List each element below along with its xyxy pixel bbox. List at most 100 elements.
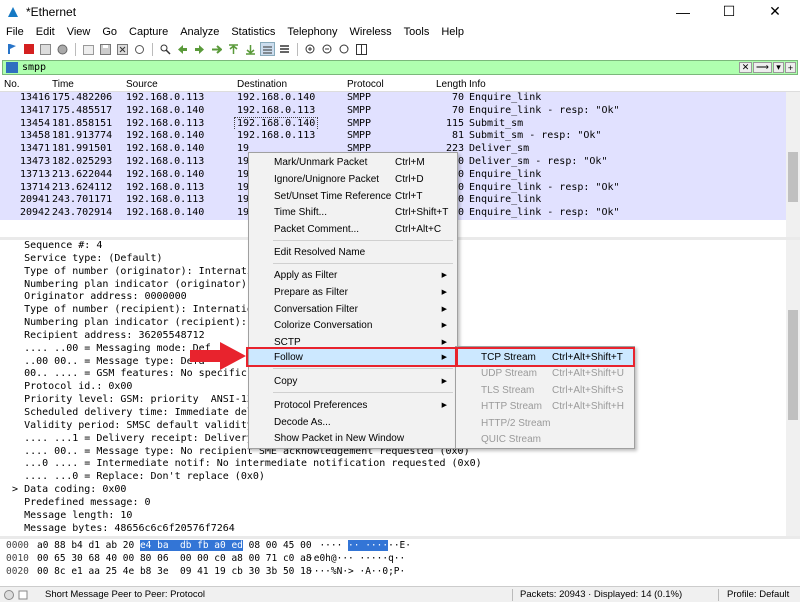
menu-item-ignore-unignore-packet[interactable]: Ignore/Unignore Packet Ctrl+D — [249, 171, 457, 188]
capture-comment-icon[interactable] — [18, 590, 28, 600]
column-time[interactable]: Time — [52, 79, 74, 90]
menu-item-mark-unmark-packet[interactable]: Mark/Unmark Packet Ctrl+M — [249, 154, 457, 171]
minimize-button[interactable]: — — [660, 0, 706, 23]
colorize-icon[interactable] — [277, 42, 292, 56]
menu-item-prepare-as-filter[interactable]: Prepare as Filter ▶ — [249, 284, 457, 301]
red-arrow-icon — [190, 342, 246, 370]
zoom-in-icon[interactable] — [303, 42, 318, 56]
menu-item-show-packet-in-new-window[interactable]: Show Packet in New Window — [249, 430, 457, 447]
menu-item-shortcut: Ctrl+Shift+T — [395, 206, 449, 218]
menu-item-set-unset-time-reference[interactable]: Set/Unset Time Reference Ctrl+T — [249, 188, 457, 205]
capture-options-icon[interactable] — [55, 42, 70, 56]
start-capture-icon[interactable] — [4, 42, 19, 56]
menu-statistics[interactable]: Statistics — [225, 26, 281, 38]
detail-line[interactable]: Message bytes: 48656c6c6f20576f7264 — [0, 523, 800, 536]
display-filter-input[interactable]: smpp — [22, 62, 46, 73]
bytes-hex[interactable]: a0 88 b4 d1 ab 20 e4 ba db fb a0 ed 08 0… — [37, 539, 312, 552]
detail-line[interactable]: .... ...0 = Replace: Don't replace (0x0) — [0, 471, 800, 484]
menu-wireless[interactable]: Wireless — [344, 26, 398, 38]
menu-item-colorize-conversation[interactable]: Colorize Conversation ▶ — [249, 317, 457, 334]
go-to-packet-icon[interactable] — [209, 42, 224, 56]
menu-item-apply-as-filter[interactable]: Apply as Filter ▶ — [249, 267, 457, 284]
submenu-item-tls-stream[interactable]: TLS Stream Ctrl+Alt+Shift+S — [456, 382, 634, 399]
bookmark-icon[interactable] — [6, 62, 18, 73]
menu-help[interactable]: Help — [435, 26, 470, 38]
bytes-ascii[interactable]: ····%N·> ·A··0;P· — [308, 565, 405, 578]
bytes-hex[interactable]: 00 65 30 68 40 00 80 06 00 00 c0 a8 00 7… — [37, 552, 312, 565]
cell-no: 13458 — [20, 130, 51, 142]
menu-item-copy[interactable]: Copy ▶ — [249, 373, 457, 390]
submenu-item-http-2-stream[interactable]: HTTP/2 Stream — [456, 415, 634, 432]
column-length[interactable]: Length — [436, 79, 467, 90]
open-file-icon[interactable] — [81, 42, 96, 56]
stop-capture-icon[interactable] — [21, 42, 36, 56]
wireshark-fin-icon — [8, 6, 18, 17]
table-row[interactable]: 13416 175.482206 192.168.0.113 192.168.0.14… — [0, 92, 800, 105]
detail-line[interactable]: Message length: 10 — [0, 510, 800, 523]
go-back-icon[interactable] — [175, 42, 190, 56]
menu-item-protocol-preferences[interactable]: Protocol Preferences ▶ — [249, 397, 457, 414]
column-source[interactable]: Source — [126, 79, 158, 90]
filter-dropdown-icon[interactable]: ▾ — [773, 62, 784, 73]
column-destination[interactable]: Destination — [237, 79, 287, 90]
go-forward-icon[interactable] — [192, 42, 207, 56]
menu-edit[interactable]: Edit — [30, 26, 61, 38]
menu-file[interactable]: File — [0, 26, 30, 38]
submenu-item-quic-stream[interactable]: QUIC Stream — [456, 432, 634, 449]
callout-tcp-stream-box — [455, 347, 635, 367]
table-row[interactable]: 13458 181.913774 192.168.0.140 192.168.0.11… — [0, 130, 800, 144]
cell-info: Enquire_link - resp: "Ok" — [469, 104, 620, 116]
detail-line[interactable]: > Data coding: 0x00 — [0, 484, 800, 497]
column-protocol[interactable]: Protocol — [347, 79, 384, 90]
menu-item-time-shift[interactable]: Time Shift... Ctrl+Shift+T — [249, 204, 457, 221]
menu-capture[interactable]: Capture — [123, 26, 174, 38]
ascii-part: ···· — [308, 540, 349, 551]
add-filter-button[interactable]: + — [785, 62, 796, 73]
detail-line[interactable]: ...0 .... = Intermediate notif: No inter… — [0, 458, 800, 471]
menu-item-conversation-filter[interactable]: Conversation Filter ▶ — [249, 301, 457, 318]
bytes-ascii[interactable]: ···· ·· ······E· — [308, 539, 411, 552]
submenu-item-http-stream[interactable]: HTTP Stream Ctrl+Alt+Shift+H — [456, 399, 634, 416]
menu-item-packet-comment[interactable]: Packet Comment... Ctrl+Alt+C — [249, 221, 457, 238]
scrollbar-thumb[interactable] — [788, 152, 798, 202]
packet-list-scrollbar[interactable] — [786, 92, 800, 237]
detail-line[interactable]: Predefined message: 0 — [0, 497, 800, 510]
menu-item-label: Packet Comment... — [274, 223, 360, 235]
menu-view[interactable]: View — [61, 26, 97, 38]
first-packet-icon[interactable] — [226, 42, 241, 56]
resize-columns-icon[interactable] — [354, 42, 369, 56]
maximize-button[interactable]: ☐ — [706, 0, 752, 23]
menu-analyze[interactable]: Analyze — [174, 26, 225, 38]
expert-info-icon[interactable] — [4, 590, 14, 600]
autoscroll-icon[interactable] — [260, 42, 275, 56]
profile-label[interactable]: Profile: Default — [727, 589, 789, 600]
details-scrollbar[interactable] — [786, 240, 800, 536]
bytes-hex[interactable]: 00 8c e1 aa 25 4e b8 3e 09 41 19 cb 30 3… — [37, 565, 312, 578]
close-file-icon[interactable] — [115, 42, 130, 56]
menu-item-edit-resolved-name[interactable]: Edit Resolved Name — [249, 244, 457, 261]
cell-time: 175.485517 — [52, 104, 113, 116]
zoom-out-icon[interactable] — [320, 42, 335, 56]
zoom-reset-icon[interactable] — [337, 42, 352, 56]
clear-filter-icon[interactable]: ✕ — [739, 62, 752, 73]
menu-tools[interactable]: Tools — [398, 26, 436, 38]
scrollbar-thumb[interactable] — [788, 310, 798, 420]
menu-telephony[interactable]: Telephony — [281, 26, 343, 38]
close-button[interactable]: ✕ — [752, 0, 798, 23]
bytes-ascii[interactable]: ·e0h@··· ·····q·· — [308, 552, 405, 565]
menu-go[interactable]: Go — [96, 26, 123, 38]
restart-capture-icon[interactable] — [38, 42, 53, 56]
apply-filter-icon[interactable]: ⟶ — [753, 62, 772, 73]
save-file-icon[interactable] — [98, 42, 113, 56]
table-row[interactable]: 13417 175.485517 192.168.0.140 192.168.0.11… — [0, 104, 800, 118]
menu-item-decode-as[interactable]: Decode As... — [249, 414, 457, 431]
submenu-item-udp-stream[interactable]: UDP Stream Ctrl+Alt+Shift+U — [456, 366, 634, 383]
reload-file-icon[interactable] — [132, 42, 147, 56]
table-row[interactable]: 13454 181.858151 192.168.0.113 192.168.0.14… — [0, 116, 800, 132]
find-packet-icon[interactable] — [158, 42, 173, 56]
last-packet-icon[interactable] — [243, 42, 258, 56]
menu-item-label: Edit Resolved Name — [274, 246, 366, 258]
column-no[interactable]: No. — [4, 79, 20, 90]
column-info[interactable]: Info — [469, 79, 486, 90]
cell-proto: SMPP — [347, 104, 372, 116]
